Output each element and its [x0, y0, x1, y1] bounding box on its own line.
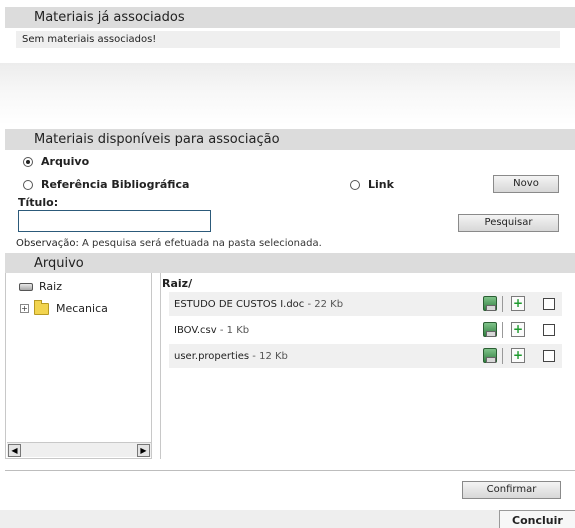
download-icon[interactable]	[483, 348, 497, 363]
arquivo-title: Arquivo	[34, 256, 84, 271]
available-header: Materiais disponíveis para associação	[5, 129, 575, 150]
note-label: Observação:	[16, 238, 79, 249]
scroll-left-icon[interactable]: ◀	[8, 444, 21, 457]
icon-divider	[502, 322, 503, 338]
file-size: - 1 Kb	[216, 325, 250, 336]
divider-line	[5, 470, 575, 471]
titulo-input[interactable]	[18, 210, 211, 232]
associated-header: Materiais já associados	[5, 7, 575, 28]
note-text: A pesquisa será efetuada na pasta seleci…	[78, 238, 322, 249]
expand-icon[interactable]: +	[20, 304, 29, 313]
hard-drive-icon	[19, 282, 33, 291]
available-title: Materiais disponíveis para associação	[34, 132, 280, 147]
file-size: - 22 Kb	[304, 299, 344, 310]
file-checkbox[interactable]	[543, 324, 555, 336]
titulo-label: Título:	[18, 196, 59, 209]
radio-referencia-button[interactable]	[23, 179, 33, 190]
file-size: - 12 Kb	[249, 351, 288, 362]
tree-horizontal-scrollbar[interactable]: ◀ ▶	[7, 442, 151, 457]
tree-item-mecanica[interactable]: + Mecanica	[20, 299, 108, 315]
icon-divider	[502, 348, 503, 364]
download-icon[interactable]	[483, 322, 497, 337]
add-icon[interactable]: +	[511, 322, 525, 337]
file-row: IBOV.csv - 1 Kb +	[169, 318, 562, 342]
associated-empty-row: Sem materiais associados!	[16, 31, 560, 48]
tree-item-raiz[interactable]: Raiz	[19, 280, 62, 293]
radio-arquivo[interactable]: Arquivo	[23, 155, 89, 168]
folder-icon	[34, 299, 49, 315]
file-checkbox[interactable]	[543, 298, 555, 310]
radio-arquivo-label: Arquivo	[41, 155, 90, 168]
arquivo-header: Arquivo	[5, 253, 575, 273]
tree-root-label: Raiz	[39, 280, 62, 293]
file-name: IBOV.csv - 1 Kb	[174, 325, 250, 336]
add-icon[interactable]: +	[511, 296, 525, 311]
search-note: Observação: A pesquisa será efetuada na …	[16, 238, 322, 249]
radio-arquivo-button[interactable]	[23, 156, 33, 167]
radio-link[interactable]: Link	[350, 178, 394, 191]
scroll-right-icon[interactable]: ▶	[137, 444, 150, 457]
current-path: Raiz/	[162, 277, 193, 290]
associated-empty-text: Sem materiais associados!	[22, 34, 157, 45]
tree-folder-label: Mecanica	[56, 302, 108, 315]
add-icon[interactable]: +	[511, 348, 525, 363]
radio-link-label: Link	[368, 178, 394, 191]
file-checkbox[interactable]	[543, 350, 555, 362]
folder-tree[interactable]: Raiz + Mecanica ◀ ▶	[5, 273, 152, 459]
confirmar-button[interactable]: Confirmar	[462, 481, 561, 499]
associated-title: Materiais já associados	[34, 10, 185, 25]
radio-referencia-label: Referência Bibliográfica	[41, 178, 190, 191]
concluir-tab[interactable]: Concluir	[499, 510, 575, 528]
pesquisar-button[interactable]: Pesquisar	[458, 214, 559, 232]
separator-band	[0, 63, 575, 125]
radio-referencia[interactable]: Referência Bibliográfica	[23, 178, 189, 191]
file-row: ESTUDO DE CUSTOS I.doc - 22 Kb +	[169, 292, 562, 316]
file-name: user.properties - 12 Kb	[174, 351, 288, 362]
file-name: ESTUDO DE CUSTOS I.doc - 22 Kb	[174, 299, 344, 310]
bottom-band	[0, 510, 575, 528]
download-icon[interactable]	[483, 296, 497, 311]
novo-button[interactable]: Novo	[493, 175, 559, 193]
radio-link-button[interactable]	[350, 179, 360, 190]
icon-divider	[502, 296, 503, 312]
file-row: user.properties - 12 Kb +	[169, 344, 562, 368]
